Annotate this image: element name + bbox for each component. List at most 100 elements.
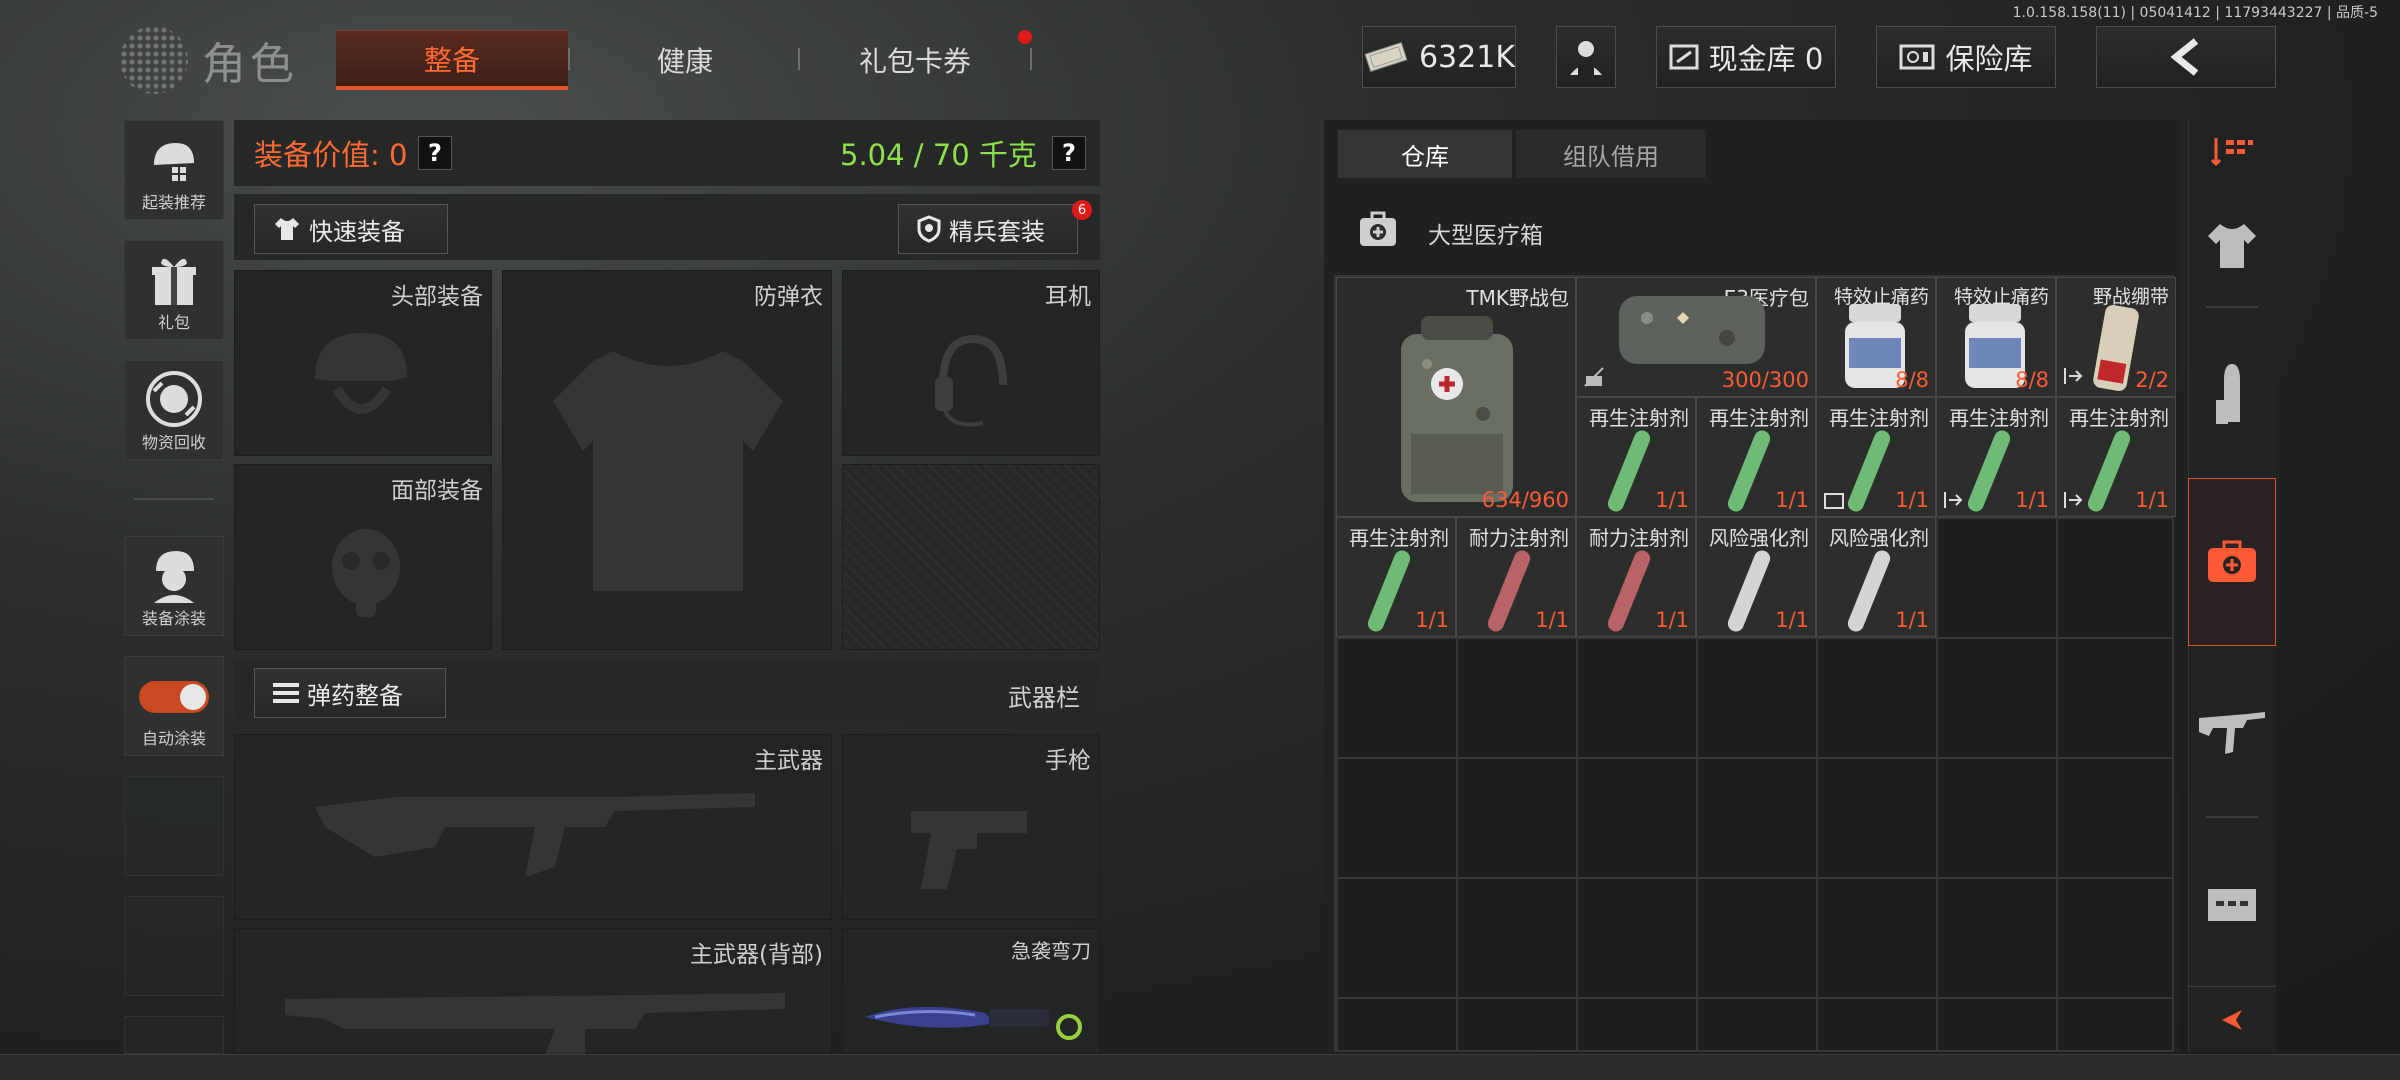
knife-slot[interactable]: 急袭弯刀 xyxy=(842,928,1100,1054)
item-name: 再生注射剂 xyxy=(1829,406,1929,430)
armor-slot[interactable]: 防弹衣 xyxy=(502,270,832,650)
category-ammo[interactable] xyxy=(2188,330,2276,460)
medical-kit-icon xyxy=(2208,540,2256,582)
quick-equip-label: 快速装备 xyxy=(309,217,405,246)
item-count: 1/1 xyxy=(1775,608,1809,632)
slot-label: 防弹衣 xyxy=(754,284,823,310)
inventory-item[interactable]: 风险强化剂 1/1 xyxy=(1816,517,1936,637)
inventory-item[interactable]: 耐力注射剂 1/1 xyxy=(1456,517,1576,637)
inventory-item[interactable]: E3医疗包 300/300 xyxy=(1576,277,1816,397)
tab-gear[interactable]: 整备 xyxy=(336,30,568,90)
exit-icon xyxy=(1944,492,1963,508)
helmet-icon xyxy=(315,333,407,414)
elite-kit-label: 精兵套装 xyxy=(949,217,1045,246)
headset-icon xyxy=(935,334,1007,427)
rail-label: 物资回收 xyxy=(141,433,206,452)
pistol-slot[interactable]: 手枪 xyxy=(842,734,1100,920)
syringe-red-icon xyxy=(1605,548,1653,634)
tab-health[interactable]: 健康 xyxy=(570,30,800,90)
ammo-prep-label: 弹药整备 xyxy=(307,681,403,710)
toggle-knob xyxy=(180,684,206,710)
quick-equip-button[interactable]: 快速装备 xyxy=(254,204,448,254)
inventory-item[interactable]: 再生注射剂 1/1 xyxy=(1816,397,1936,517)
sort-icon xyxy=(2210,138,2253,167)
gear-skin-button[interactable]: 装备涂装 xyxy=(124,536,224,636)
rail-divider xyxy=(134,498,214,500)
inventory-item[interactable]: 耐力注射剂 1/1 xyxy=(1576,517,1696,637)
category-medical[interactable] xyxy=(2188,478,2276,646)
primary-weapon-slot[interactable]: 主武器 xyxy=(234,734,832,920)
inventory-item[interactable]: 再生注射剂 1/1 xyxy=(1696,397,1816,517)
face-slot[interactable]: 面部装备 xyxy=(234,464,492,650)
inventory-item[interactable]: 再生注射剂 1/1 xyxy=(1936,397,2056,517)
inventory-item[interactable]: 再生注射剂 1/1 xyxy=(1336,517,1456,637)
slot-label: 手枪 xyxy=(1045,748,1091,774)
back-button[interactable] xyxy=(2096,26,2276,88)
slot-label: 面部装备 xyxy=(391,478,483,504)
item-name: 再生注射剂 xyxy=(2069,406,2169,430)
page-title: 角色 xyxy=(202,39,298,90)
equipment-value: 装备价值: 0 xyxy=(254,138,408,172)
equipment-actions-bar: 快速装备 精兵套装 6 xyxy=(234,194,1100,260)
gift-pack-button[interactable]: 礼包 xyxy=(124,240,224,340)
category-containers[interactable] xyxy=(2188,840,2276,970)
help-icon[interactable]: ? xyxy=(1052,136,1086,170)
inventory-item[interactable]: 特效止痛药 8/8 xyxy=(1816,277,1936,397)
inventory-item[interactable]: 野战绷带 2/2 xyxy=(2056,277,2176,397)
medkit-bag-icon xyxy=(1619,296,1765,364)
bandage-icon xyxy=(2093,304,2139,392)
inventory-item[interactable]: 特效止痛药 8/8 xyxy=(1936,277,2056,397)
loadout-recommend-button[interactable]: 起装推荐 xyxy=(124,120,224,220)
headset-slot[interactable]: 耳机 xyxy=(842,270,1100,456)
cash-vault-button[interactable]: 现金库 0 xyxy=(1656,26,1836,88)
slot-label: 急袭弯刀 xyxy=(1011,939,1091,963)
weight-value: 5.04 / 70 千克 xyxy=(840,138,1037,172)
head-slot[interactable]: 头部装备 xyxy=(234,270,492,456)
empty-rail-slot xyxy=(124,896,224,996)
version-text: 1.0.158.158(11) | 05041412 | 11793443227… xyxy=(2012,5,2378,21)
container-name: 大型医疗箱 xyxy=(1428,223,1543,249)
item-count: 8/8 xyxy=(1895,368,1929,392)
rail-label: 礼包 xyxy=(157,313,190,332)
vault-ticket-icon xyxy=(1669,44,1699,70)
rifle-back-icon xyxy=(285,993,785,1055)
tab-warehouse[interactable]: 仓库 xyxy=(1338,130,1512,178)
tab-team-borrow[interactable]: 组队借用 xyxy=(1516,130,1706,178)
item-count: 300/300 xyxy=(1721,368,1809,392)
safe-box-label: 保险库 xyxy=(1945,42,2033,76)
safe-box-button[interactable]: 保险库 xyxy=(1876,26,2056,88)
syringe-green-icon xyxy=(1725,428,1773,514)
category-clothing[interactable] xyxy=(2188,186,2276,306)
container-icon xyxy=(2208,889,2256,921)
tab-separator xyxy=(1030,48,1032,70)
inventory-item[interactable]: 风险强化剂 1/1 xyxy=(1696,517,1816,637)
item-name: 再生注射剂 xyxy=(1949,406,2049,430)
syringe-white-icon xyxy=(1725,548,1773,634)
auto-skin-toggle[interactable] xyxy=(139,681,209,713)
rifle-icon xyxy=(2199,712,2265,754)
item-count: 1/1 xyxy=(1415,608,1449,632)
item-name: 耐力注射剂 xyxy=(1469,526,1569,550)
shirt-icon xyxy=(275,218,299,240)
item-count: 1/1 xyxy=(1655,488,1689,512)
recycle-button[interactable]: 物资回收 xyxy=(124,360,224,460)
primary-back-weapon-slot[interactable]: 主武器(背部) xyxy=(234,928,832,1055)
inventory-item[interactable]: 再生注射剂 1/1 xyxy=(2056,397,2176,517)
ammo-prep-button[interactable]: 弹药整备 xyxy=(254,668,446,718)
rail-divider xyxy=(2206,306,2258,308)
karambit-knife-icon xyxy=(865,1006,1082,1040)
safe-icon xyxy=(1899,44,1935,70)
item-name: TMK野战包 xyxy=(1466,286,1569,310)
tab-coupons[interactable]: 礼包卡券 xyxy=(800,30,1030,90)
item-count: 1/1 xyxy=(1895,608,1929,632)
auto-skin-toggle-button[interactable]: 自动涂装 xyxy=(124,656,224,756)
help-icon[interactable]: ? xyxy=(418,136,452,170)
rifle-icon xyxy=(315,793,755,877)
sort-button[interactable] xyxy=(2188,128,2276,176)
inventory-item[interactable]: 再生注射剂 1/1 xyxy=(1576,397,1696,517)
collapse-rail-button[interactable] xyxy=(2188,986,2276,1052)
elite-kit-button[interactable]: 精兵套装 xyxy=(898,204,1078,254)
inventory-item[interactable]: TMK野战包 634/960 xyxy=(1336,277,1576,517)
broker-button[interactable] xyxy=(1556,26,1616,88)
category-weapons[interactable] xyxy=(2188,668,2276,798)
